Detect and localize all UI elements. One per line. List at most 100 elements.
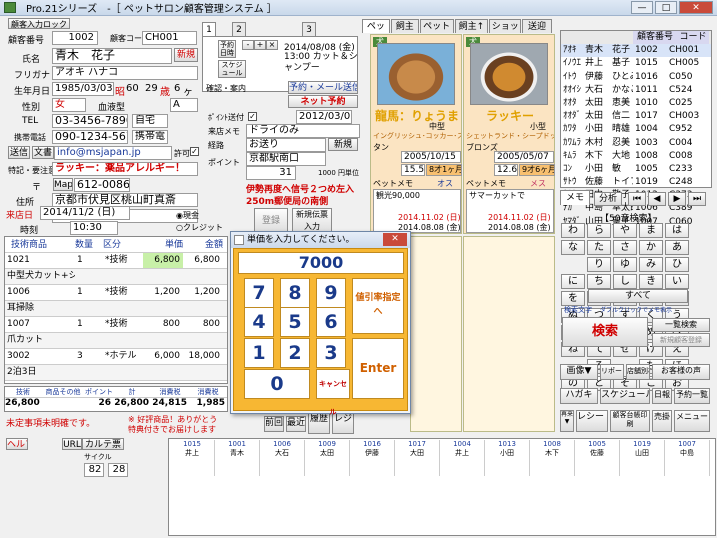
customer-lock-button[interactable]: 顧客入力ロック — [8, 18, 70, 29]
customer-list-row[interactable]: ｵｵｲｼ大石 かなこ1011 C524 — [561, 84, 711, 97]
zip-field[interactable]: 612-0086 — [74, 178, 130, 192]
numpad-key-9[interactable]: 9 — [316, 278, 346, 308]
kana-key[interactable]: さ — [613, 240, 637, 255]
sales-row[interactable]: 1007 1 *技術 800 800 — [5, 317, 227, 333]
pet-history-cell[interactable]: 1013 小田 — [485, 440, 530, 476]
reserve-tab-3[interactable]: 3 — [302, 22, 316, 36]
schedule-button[interactable]: スケジュール照会 — [218, 60, 246, 78]
help-button[interactable]: ヘルプ — [6, 438, 28, 450]
kana-key[interactable]: わ — [561, 223, 585, 238]
kana-field[interactable]: アオキ ハナコ — [52, 66, 198, 80]
pet-tab-shop[interactable]: ショップ — [489, 19, 522, 46]
close-button[interactable]: ✕ — [679, 1, 713, 14]
kana-key[interactable]: き — [639, 274, 663, 289]
customer-no-field[interactable]: 1002 — [52, 31, 98, 45]
customer-list-row[interactable]: ｺﾝ 小田 敏 1005 C233 — [561, 163, 711, 176]
kana-key[interactable]: ひ — [665, 257, 689, 272]
next-record-button[interactable]: ▶ — [668, 192, 686, 206]
pet-history-cell[interactable]: 1016 伊藤 — [350, 440, 395, 476]
list-search-button[interactable]: 一覧検索 — [652, 318, 710, 332]
numpad-key-1[interactable]: 1 — [244, 338, 274, 368]
credit-radio[interactable]: ○クレジット — [176, 222, 223, 233]
minimize-button[interactable]: — — [631, 1, 653, 14]
customer-code-field[interactable]: CH001 — [142, 31, 197, 45]
kana-key[interactable]: や — [613, 223, 637, 238]
reserve-tab-2[interactable]: 2 — [232, 22, 246, 36]
blood-select[interactable]: A — [170, 98, 198, 112]
send-button[interactable]: 送信 — [8, 146, 30, 159]
numpad-key-3[interactable]: 3 — [316, 338, 346, 368]
customer-list-row[interactable]: ｷﾑﾗ 木下 大地 1008 C008 — [561, 150, 711, 163]
birth-field[interactable]: 1985/03/03 — [52, 82, 114, 96]
customer-list-row[interactable]: ｻﾄｳ 佐藤 トイプ1019 C248 — [561, 176, 711, 189]
sales-row[interactable]: 爪カット — [5, 333, 227, 349]
prev-value[interactable]: 28 — [108, 463, 128, 477]
visit-memo-field[interactable]: ドライのみ — [246, 124, 360, 138]
numpad-key-7[interactable]: 7 — [244, 278, 274, 308]
name-field[interactable]: 青木 花子 — [52, 48, 172, 64]
pet-history-cell[interactable]: 1004 井上 — [440, 440, 485, 476]
intro-field[interactable]: 京都駅南口 — [246, 152, 326, 166]
pet-history-cell[interactable]: 1007 中島 — [665, 440, 710, 476]
kana-key[interactable]: は — [665, 223, 689, 238]
kana-key[interactable]: ま — [639, 223, 663, 238]
reserve-minus-button[interactable]: - — [242, 40, 254, 50]
cycle-value[interactable]: 82 — [84, 463, 104, 477]
sales-row[interactable]: 2泊3日 — [5, 365, 227, 381]
route-new-button[interactable]: 新規 — [328, 138, 358, 151]
numpad-key-6[interactable]: 6 — [316, 307, 346, 337]
kana-key[interactable]: ち — [587, 274, 611, 289]
schedule-list-button[interactable]: スケジュール — [600, 388, 650, 404]
route-field[interactable]: お送り — [246, 138, 326, 152]
numpad-key-5[interactable]: 5 — [280, 307, 310, 337]
mobile-type-select[interactable]: 携帯電 — [132, 130, 168, 144]
pet-age[interactable]: 9才6ヶ月 — [519, 164, 555, 176]
numpad-key-2[interactable]: 2 — [280, 338, 310, 368]
postcard-button[interactable]: ハガキ — [560, 388, 598, 404]
customer-voice-button[interactable]: お客様の声 — [652, 364, 710, 380]
note-field[interactable]: ラッキー：薬品アレルギー！ — [52, 162, 198, 176]
pet-age[interactable]: 8才1ヶ月 — [426, 164, 462, 176]
sales-row[interactable]: 耳掃除 — [5, 301, 227, 317]
pet-tab-pickup[interactable]: 送迎 — [522, 19, 552, 33]
mobile-field[interactable]: 090-1234-5678 — [52, 130, 128, 144]
pet-birth[interactable]: 2005/05/07 — [494, 151, 554, 163]
prev-record-button[interactable]: ◀ — [648, 192, 666, 206]
customer-list-row[interactable]: ｵｵﾀﾞ 太田 信二 1017 CH003 — [561, 110, 711, 123]
shop-search-button[interactable]: 店舗別検索 — [626, 364, 650, 380]
sales-row[interactable]: 1021 1 *技術 6,800 6,800 — [5, 253, 227, 269]
kana-key[interactable]: な — [561, 240, 585, 255]
numpad-key-8[interactable]: 8 — [280, 278, 310, 308]
history-button[interactable]: 履歴 — [308, 412, 330, 434]
pet-weight[interactable]: 12.6 — [494, 164, 518, 176]
new-customer-reg-button[interactable]: 新規顧客登録 — [652, 333, 710, 347]
pet-history-cell[interactable]: 1005 佐藤 — [575, 440, 620, 476]
reserve-time-button[interactable]: 予約日時 — [218, 40, 236, 58]
map-button[interactable]: Map — [53, 178, 73, 191]
kana-key[interactable]: を — [561, 291, 585, 306]
pet-tab-pet[interactable]: ペット — [362, 19, 390, 46]
email-allow-checkbox[interactable]: ✓ — [190, 147, 199, 156]
customer-list-row[interactable]: ｱｵｷ 青木 花子 1002 CH001 — [561, 44, 711, 58]
history-prev-button[interactable]: 前回 — [264, 416, 284, 432]
pet-birth[interactable]: 2005/10/15 — [401, 151, 461, 163]
karte-button[interactable]: カルテ票 — [82, 438, 124, 450]
last-record-button[interactable]: ⏭ — [688, 192, 706, 206]
analysis-button[interactable]: 分析 — [594, 192, 622, 206]
reserve-mail-button[interactable]: 予約・メール送信 — [288, 81, 358, 94]
dialog-close-button[interactable]: ✕ — [383, 233, 407, 246]
pet-history-cell[interactable]: 1006 大石 — [260, 440, 305, 476]
url-button[interactable]: URL — [62, 438, 82, 450]
image-button[interactable]: 画像▼ — [560, 364, 598, 380]
pet-weight[interactable]: 15.5 — [401, 164, 425, 176]
customer-list-row[interactable]: ｲﾉｳｴ 井上 基子 1015 CH005 — [561, 57, 711, 70]
kana-key[interactable]: し — [613, 274, 637, 289]
report-button[interactable]: リポート出力 — [600, 364, 624, 380]
customer-list-row[interactable]: ｶﾜﾑﾗ 木村 忍美 1003 C004 — [561, 137, 711, 150]
document-button[interactable]: 文書 — [32, 146, 54, 159]
photo-checkbox[interactable]: ✓ — [248, 112, 257, 121]
sales-row[interactable]: 1006 1 *技術 1,200 1,200 — [5, 285, 227, 301]
memo-tab[interactable]: メモ — [560, 190, 590, 205]
tel-field[interactable]: 03-3456-7890 — [52, 114, 128, 128]
first-record-button[interactable]: ⏮ — [628, 192, 646, 206]
